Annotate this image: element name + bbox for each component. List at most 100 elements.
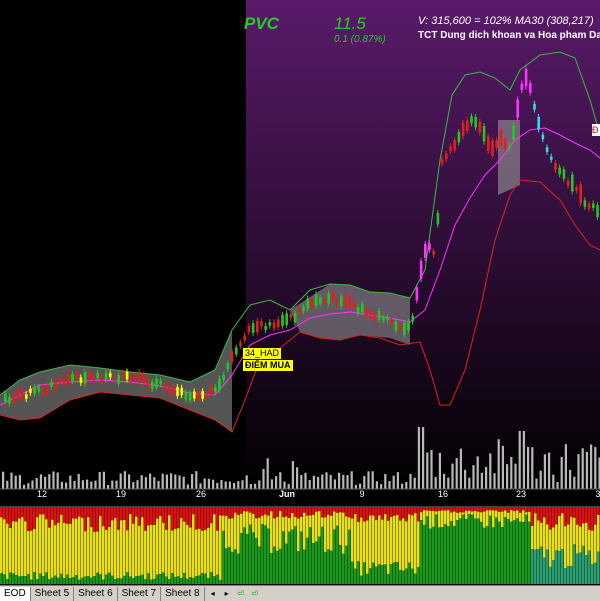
sentiment-bar-yellow <box>42 514 45 577</box>
volume-bar <box>422 427 425 489</box>
sentiment-bar-red <box>441 508 444 511</box>
sheet-tab[interactable]: Sheet 7 <box>118 586 162 601</box>
candle-body <box>180 387 183 395</box>
sentiment-bar-yellow <box>543 517 546 558</box>
volume-bar <box>245 475 248 489</box>
highlight-background <box>246 0 600 490</box>
candle-body <box>268 322 272 326</box>
sentiment-bar-yellow <box>45 519 48 573</box>
sentiment-bar-green <box>588 550 591 584</box>
sentiment-bar-yellow <box>360 517 363 576</box>
sentiment-bar-green <box>156 574 159 584</box>
sentiment-bar-yellow <box>9 528 12 573</box>
sentiment-bar-yellow <box>324 517 327 552</box>
sentiment-bar-green <box>477 518 480 584</box>
sentiment-bar-green <box>375 566 378 584</box>
sentiment-bar-green <box>483 527 486 584</box>
sentiment-bar-green <box>378 564 381 584</box>
sentiment-bar-green <box>300 531 303 584</box>
sentiment-bar-green <box>558 551 561 584</box>
sentiment-bar-green <box>180 578 183 584</box>
sentiment-bar-yellow <box>357 521 360 562</box>
sentiment-bar-yellow <box>294 516 297 527</box>
sentiment-bar-green <box>273 546 276 584</box>
volume-bar <box>485 466 488 489</box>
sentiment-bar-green <box>243 527 246 584</box>
sheet-nav-button[interactable]: ⏎ <box>249 588 261 600</box>
sentiment-bar-red <box>225 508 228 517</box>
sentiment-bar-red <box>462 508 465 513</box>
sentiment-bar-red <box>321 508 324 518</box>
sentiment-bar-yellow <box>111 520 114 576</box>
volume-bar <box>174 474 177 489</box>
sentiment-bar-green <box>108 572 111 584</box>
sentiment-bar-red <box>558 508 561 517</box>
sentiment-bar-red <box>213 508 216 515</box>
sentiment-bar-red <box>312 508 315 515</box>
volume-bar <box>590 444 593 489</box>
candle-body <box>209 386 213 396</box>
sentiment-bar-yellow <box>147 525 150 574</box>
sentiment-bar-yellow <box>174 528 177 577</box>
sentiment-bar-red <box>552 508 555 528</box>
sentiment-bar-green <box>54 575 57 584</box>
sentiment-bar-green <box>360 575 363 584</box>
candle-body <box>394 321 398 331</box>
sentiment-bar-red <box>306 508 309 516</box>
sentiment-bar-yellow <box>189 527 192 578</box>
sentiment-bar-green <box>387 573 390 584</box>
sentiment-bar-yellow <box>24 521 27 577</box>
sheet-tab[interactable]: Sheet 5 <box>31 586 75 601</box>
sentiment-bar-red <box>123 508 126 520</box>
sentiment-bar-red <box>27 508 30 531</box>
sentiment-bar-yellow <box>591 530 594 565</box>
sheet-nav-button[interactable]: ◂ <box>207 588 219 600</box>
sentiment-bar-green <box>120 578 123 584</box>
sentiment-bar-red <box>189 508 192 528</box>
sentiment-bar-red <box>438 508 441 511</box>
sentiment-bar-green <box>24 576 27 584</box>
sheet-tab[interactable]: EOD <box>0 586 31 601</box>
volume-bar <box>388 481 391 489</box>
candle-body <box>54 380 57 390</box>
sentiment-bar-green <box>231 551 234 584</box>
candle-body <box>520 83 524 91</box>
candle-body <box>226 363 230 369</box>
sheet-tab[interactable]: Sheet 6 <box>74 586 118 601</box>
sentiment-bar-yellow <box>420 512 423 521</box>
sentiment-bar-yellow <box>348 517 351 530</box>
volume-bar <box>35 477 38 489</box>
candle-body <box>419 260 423 280</box>
sentiment-bar-green <box>276 550 279 584</box>
sentiment-bar-green <box>114 579 117 584</box>
sentiment-bar-green <box>306 537 309 584</box>
candle-body <box>537 116 540 130</box>
sentiment-bar-red <box>495 508 498 511</box>
sheet-tab[interactable]: Sheet 8 <box>161 586 205 601</box>
candle-body <box>172 387 175 396</box>
sentiment-bar-yellow <box>369 515 372 569</box>
sheet-nav-button[interactable]: ▸ <box>221 588 233 600</box>
sentiment-bar-green <box>522 521 525 584</box>
candle-body <box>529 83 532 93</box>
sentiment-bar-green <box>519 521 522 584</box>
sentiment-bar-red <box>147 508 150 526</box>
sentiment-bar-yellow <box>273 518 276 547</box>
sentiment-bar-red <box>273 508 276 519</box>
sentiment-bar-yellow <box>30 530 33 580</box>
x-axis: 12 19 26 Jun 9 16 23 3 <box>0 489 600 501</box>
sentiment-bar-yellow <box>138 525 141 576</box>
sentiment-bar-green <box>462 514 465 584</box>
volume-bar <box>560 456 563 489</box>
sheet-nav-button[interactable]: ⏎ <box>235 588 247 600</box>
ticker-symbol: PVC <box>244 14 279 33</box>
candle-body <box>424 243 427 258</box>
price-chart[interactable] <box>0 0 600 600</box>
sentiment-bar-yellow <box>477 511 480 519</box>
sentiment-bar-red <box>357 508 360 522</box>
sentiment-bar-red <box>330 508 333 516</box>
volume-bar <box>434 476 437 489</box>
candle-body <box>445 153 448 160</box>
sentiment-bar-yellow <box>258 517 261 547</box>
candle-body <box>37 386 41 392</box>
